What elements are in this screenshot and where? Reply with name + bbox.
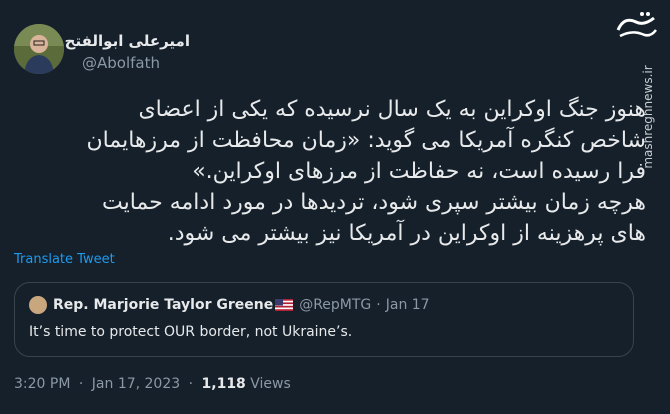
quoted-author-handle[interactable]: @RepMTG bbox=[299, 297, 371, 313]
quoted-tweet-header: Rep. Marjorie Taylor Greene @RepMTG · Ja… bbox=[29, 296, 430, 314]
tweet-date[interactable]: Jan 17, 2023 bbox=[92, 376, 180, 392]
tweet-line: هنوز جنگ اوکراین به یک سال نرسیده که یکی… bbox=[138, 97, 646, 122]
quoted-author-name[interactable]: Rep. Marjorie Taylor Greene bbox=[53, 297, 273, 313]
views-count: 1,118 bbox=[201, 376, 246, 392]
translate-tweet-link[interactable]: Translate Tweet bbox=[14, 252, 115, 267]
tweet-time[interactable]: 3:20 PM bbox=[14, 376, 70, 392]
author-handle[interactable]: @Abolfath bbox=[82, 54, 160, 72]
tweet-text: هنوز جنگ اوکراین به یک سال نرسیده که یکی… bbox=[46, 94, 647, 249]
tweet-line: هرچه زمان بیشتر سپری شود، تردیدها در مور… bbox=[101, 190, 646, 215]
views-label: Views bbox=[250, 376, 291, 392]
tweet-line: های پرهزینه از اوکراین در آمریکا نیز بیش… bbox=[167, 221, 646, 246]
separator-dot: · bbox=[188, 376, 194, 392]
tweet-line: فرا رسیده است، نه حفاظت از مرزهای اوکرای… bbox=[192, 159, 646, 184]
separator-dot: · bbox=[78, 376, 84, 392]
tweet-footer: 3:20 PM · Jan 17, 2023 · 1,118 Views bbox=[14, 376, 291, 392]
quoted-author-avatar[interactable] bbox=[29, 296, 47, 314]
quoted-tweet[interactable]: Rep. Marjorie Taylor Greene @RepMTG · Ja… bbox=[14, 282, 634, 357]
author-avatar[interactable] bbox=[14, 24, 64, 74]
quoted-tweet-text: It’s time to protect OUR border, not Ukr… bbox=[29, 324, 353, 340]
author-name[interactable]: امیرعلی ابوالفتح bbox=[65, 32, 190, 50]
tweet-line: شاخص کنگره آمریکا می گوید: «زمان محافظت … bbox=[86, 128, 647, 153]
separator-dot: · bbox=[376, 297, 381, 313]
quoted-tweet-date[interactable]: Jan 17 bbox=[386, 297, 430, 313]
us-flag-icon bbox=[275, 299, 294, 311]
mashregh-logo bbox=[614, 8, 660, 44]
